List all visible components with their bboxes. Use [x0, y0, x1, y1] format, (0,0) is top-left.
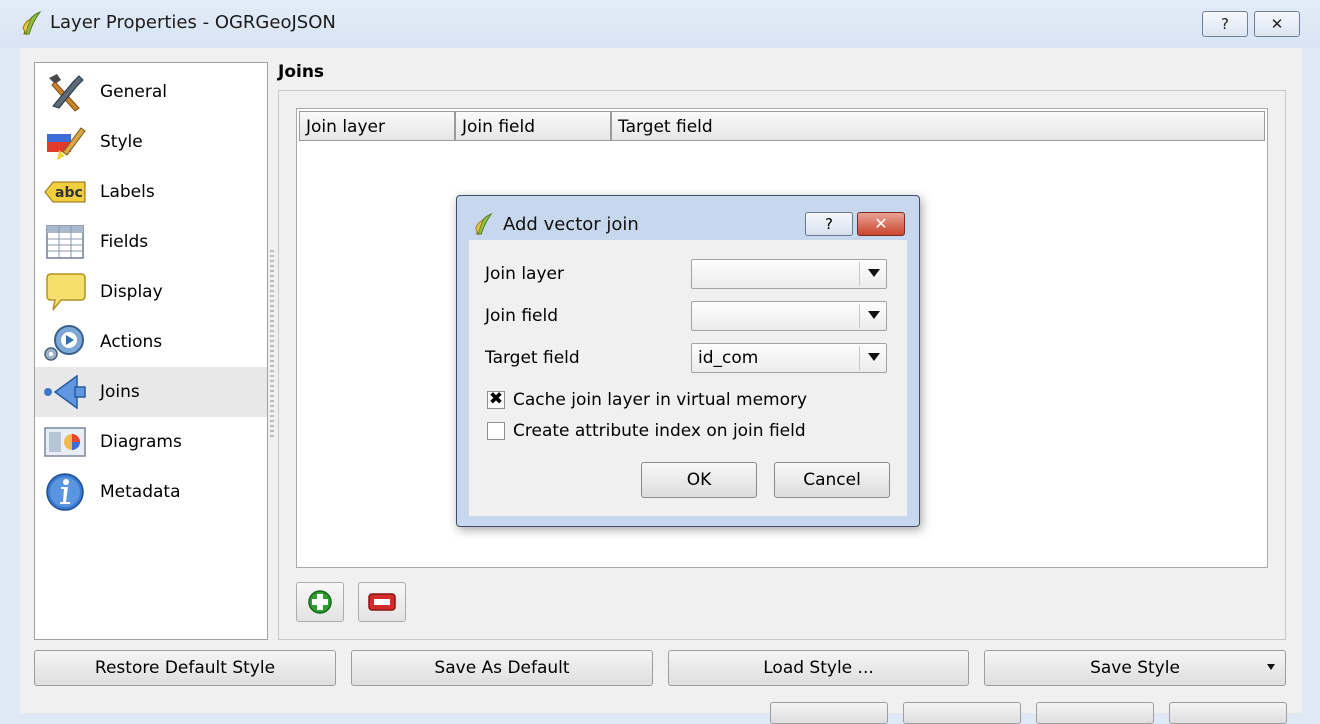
dialog-close-button[interactable]: ✕: [857, 212, 905, 236]
sidebar-item-label: Fields: [100, 232, 149, 252]
splitter-handle[interactable]: [270, 250, 274, 440]
sidebar-item-metadata[interactable]: Metadata: [35, 467, 267, 517]
attribute-index-label: Create attribute index on join field: [513, 421, 806, 441]
section-title: Joins: [278, 62, 325, 82]
join-layer-label: Join layer: [485, 264, 564, 284]
paintbrush-icon: [47, 127, 86, 160]
close-button[interactable]: ✕: [1254, 11, 1300, 37]
sidebar-item-label: Style: [100, 132, 143, 152]
table-icon: [46, 225, 84, 259]
sidebar-item-label: Diagrams: [100, 432, 182, 452]
sidebar-item-label: General: [100, 82, 167, 102]
sidebar-item-style[interactable]: Style: [35, 117, 267, 167]
diagram-icon: [44, 427, 86, 457]
column-header-target-field[interactable]: Target field: [611, 111, 1265, 141]
cancel-button[interactable]: Cancel: [774, 462, 890, 498]
add-join-button[interactable]: [296, 582, 344, 622]
sidebar-item-label: Labels: [100, 182, 155, 202]
window-border: [1302, 48, 1320, 713]
column-header-join-field[interactable]: Join field: [455, 111, 611, 141]
help-button[interactable]: ?: [1202, 11, 1248, 37]
combo-value: id_com: [698, 348, 759, 368]
sidebar-item-label: Actions: [100, 332, 163, 352]
minus-icon: [368, 593, 396, 611]
speech-bubble-icon: [46, 273, 86, 311]
combo-separator: [859, 304, 860, 328]
save-style-button[interactable]: Save Style: [984, 650, 1286, 686]
chevron-down-icon: [868, 311, 880, 319]
sidebar-item-fields[interactable]: Fields: [35, 217, 267, 267]
cache-join-checkbox[interactable]: ✖: [487, 389, 505, 409]
dialog-title: Add vector join: [503, 214, 639, 235]
qgis-icon: [22, 10, 42, 36]
target-field-combo[interactable]: id_com: [691, 343, 887, 373]
combo-separator: [859, 262, 860, 286]
window-titlebar: Layer Properties - OGRGeoJSON ? ✕: [0, 0, 1320, 48]
sidebar-item-label: Display: [100, 282, 163, 302]
chevron-down-icon: [868, 269, 880, 277]
cancel-button-partial[interactable]: [903, 702, 1021, 724]
save-as-default-button[interactable]: Save As Default: [351, 650, 653, 686]
sidebar-item-diagrams[interactable]: Diagrams: [35, 417, 267, 467]
chevron-down-icon: [868, 353, 880, 361]
dialog-help-button[interactable]: ?: [805, 212, 853, 236]
info-icon: [46, 473, 84, 511]
sidebar-item-general[interactable]: General: [35, 67, 267, 117]
column-header-join-layer[interactable]: Join layer: [299, 111, 455, 141]
join-field-label: Join field: [485, 306, 558, 326]
target-field-label: Target field: [485, 348, 580, 368]
remove-join-button[interactable]: [358, 582, 406, 622]
combo-separator: [859, 346, 860, 370]
sidebar-item-display[interactable]: Display: [35, 267, 267, 317]
help-button-partial[interactable]: [1169, 702, 1287, 724]
sidebar-item-label: Joins: [100, 382, 140, 402]
join-field-combo[interactable]: [691, 301, 887, 331]
join-arrow-icon: [44, 374, 86, 410]
qgis-icon: [475, 212, 493, 236]
load-style-button[interactable]: Load Style ...: [668, 650, 969, 686]
labels-icon-text: abc: [55, 185, 83, 201]
window-title: Layer Properties - OGRGeoJSON: [50, 12, 336, 33]
checkmark-icon: ✖: [488, 389, 504, 409]
properties-sidebar: General Style abc Labels Fields Display …: [34, 62, 268, 640]
sidebar-item-joins[interactable]: Joins: [35, 367, 267, 417]
sidebar-item-actions[interactable]: Actions: [35, 317, 267, 367]
dropdown-arrow-icon: [1267, 664, 1275, 670]
attribute-index-checkbox[interactable]: [487, 422, 505, 440]
plus-icon: [308, 590, 332, 614]
cache-join-label: Cache join layer in virtual memory: [513, 390, 808, 410]
ok-button[interactable]: OK: [641, 462, 757, 498]
sidebar-item-label: Metadata: [100, 482, 181, 502]
apply-button-partial[interactable]: [1036, 702, 1154, 724]
sidebar-item-labels[interactable]: abc Labels: [35, 167, 267, 217]
ok-button-partial[interactable]: [770, 702, 888, 724]
gear-play-icon: [44, 325, 84, 361]
join-layer-combo[interactable]: [691, 259, 887, 289]
save-style-label: Save Style: [1090, 658, 1180, 678]
add-vector-join-dialog: Add vector join ? ✕ Join layer Join fiel…: [456, 195, 920, 527]
hammer-wrench-icon: [49, 74, 84, 112]
restore-default-style-button[interactable]: Restore Default Style: [34, 650, 336, 686]
dialog-body: Join layer Join field Target field id_co…: [469, 240, 907, 516]
abc-label-icon: abc: [44, 181, 86, 203]
